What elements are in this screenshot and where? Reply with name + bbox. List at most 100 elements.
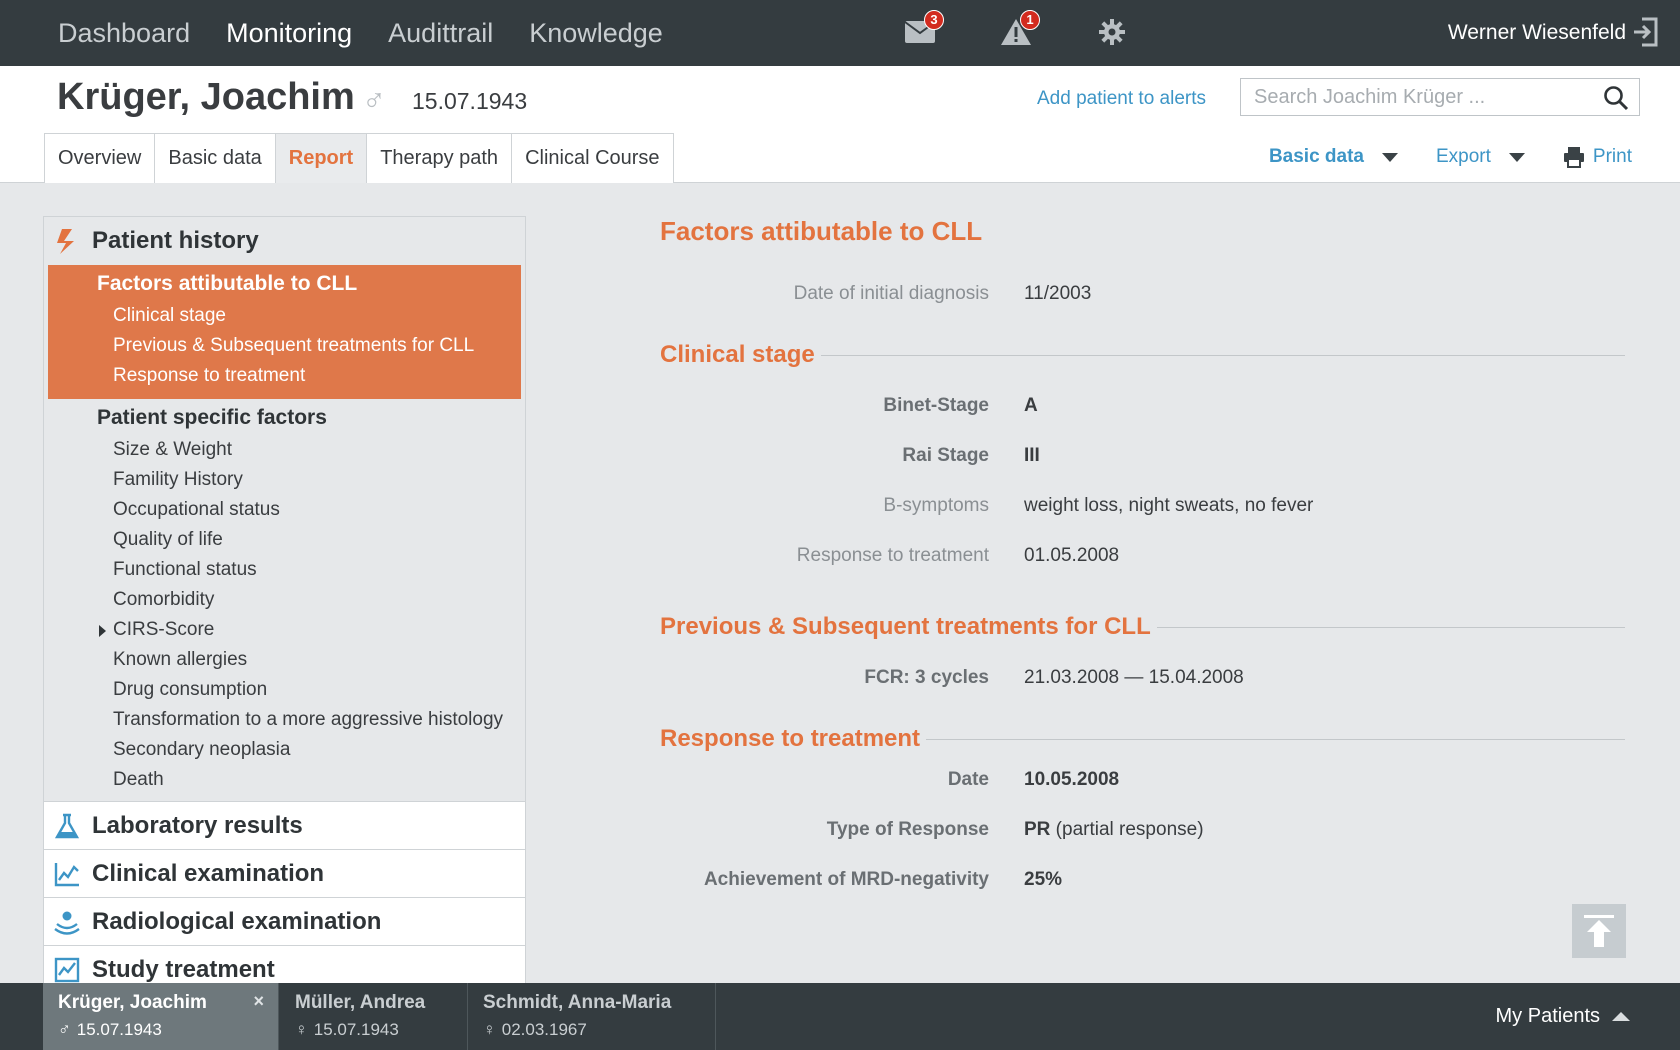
- open-patients-bar: Krüger, Joachim ♂ 15.07.1943 × Müller, A…: [0, 983, 1680, 1050]
- field-row: Type of Response PR (partial response): [660, 805, 1625, 855]
- sidebar-item-cirs-score[interactable]: CIRS-Score: [48, 615, 521, 645]
- search-input[interactable]: [1241, 79, 1581, 115]
- sidebar-item-death[interactable]: Death: [48, 765, 521, 795]
- sidebar-item-functional-status[interactable]: Functional status: [48, 555, 521, 585]
- gear-icon: [1099, 19, 1125, 45]
- main-nav: Dashboard Monitoring Audittrail Knowledg…: [40, 0, 681, 66]
- patient-header: Krüger, Joachim ♂ 15.07.1943 Add patient…: [0, 66, 1680, 183]
- field-label: FCR: 3 cycles: [864, 667, 989, 688]
- field-row: Rai Stage III: [660, 431, 1625, 481]
- response-code: PR: [1024, 819, 1051, 840]
- add-patient-to-alerts-link[interactable]: Add patient to alerts: [1037, 88, 1206, 110]
- basic-data-dropdown-label: Basic data: [1268, 146, 1364, 167]
- basic-data-dropdown[interactable]: Basic data: [1269, 146, 1398, 168]
- scroll-to-top-button[interactable]: [1572, 904, 1626, 958]
- sidebar-item-secondary-neoplasia[interactable]: Secondary neoplasia: [48, 735, 521, 765]
- patient-tab-name: Krüger, Joachim: [58, 992, 207, 1013]
- sidebar-section-radiological-examination[interactable]: Radiological examination: [43, 898, 526, 946]
- male-icon: ♂: [58, 1020, 71, 1039]
- section-heading-response: Response to treatment: [644, 713, 1625, 755]
- sidebar-section-laboratory-results[interactable]: Laboratory results: [43, 802, 526, 850]
- tab-therapy-path[interactable]: Therapy path: [367, 133, 513, 183]
- arrow-up-icon: [1584, 915, 1614, 947]
- nav-dashboard[interactable]: Dashboard: [40, 0, 208, 66]
- field-label: Response to treatment: [796, 545, 989, 566]
- sidebar-item-factors-cll[interactable]: Factors attibutable to CLL: [48, 267, 521, 301]
- sidebar-section-title: Clinical examination: [92, 859, 325, 887]
- field-value: 21.03.2008 — 15.04.2008: [1024, 667, 1244, 688]
- sidebar-item-occupational-status[interactable]: Occupational status: [48, 495, 521, 525]
- sidebar-header-patient-history[interactable]: Patient history: [44, 217, 525, 265]
- sidebar-item-transformation[interactable]: Transformation to a more aggressive hist…: [48, 705, 521, 735]
- my-patients-label: My Patients: [1495, 1005, 1600, 1027]
- tab-basic-data[interactable]: Basic data: [155, 133, 276, 183]
- patient-tab-schmidt[interactable]: Schmidt, Anna-Maria ♀ 02.03.1967: [468, 983, 716, 1050]
- field-row: Achievement of MRD-negativity 25%: [660, 855, 1625, 905]
- print-button[interactable]: Print: [1563, 146, 1632, 168]
- field-value: III: [1024, 445, 1040, 466]
- export-label: Export: [1436, 146, 1491, 167]
- sidebar-item-label: CIRS-Score: [113, 619, 215, 640]
- report-content: Factors attibutable to CLL Date of initi…: [644, 216, 1625, 905]
- field-row: Date of initial diagnosis 11/2003: [660, 269, 1625, 319]
- patient-tab-kruger[interactable]: Krüger, Joachim ♂ 15.07.1943 ×: [43, 983, 279, 1050]
- user-name: Werner Wiesenfeld: [1447, 21, 1626, 44]
- patient-tab-dob: 02.03.1967: [501, 1020, 587, 1039]
- field-label: Type of Response: [826, 819, 989, 840]
- field-label: Achievement of MRD-negativity: [703, 869, 989, 890]
- field-label: Rai Stage: [902, 445, 989, 466]
- field-value: PR (partial response): [1024, 819, 1204, 841]
- patient-tab-name: Müller, Andrea: [295, 992, 426, 1013]
- patient-tabs: Overview Basic data Report Therapy path …: [44, 133, 674, 183]
- chevron-down-icon: [1508, 152, 1525, 162]
- sidebar-item-known-allergies[interactable]: Known allergies: [48, 645, 521, 675]
- sidebar-section-clinical-examination[interactable]: Clinical examination: [43, 850, 526, 898]
- field-value: weight loss, night sweats, no fever: [1024, 495, 1314, 516]
- female-icon: ♀: [295, 1020, 308, 1039]
- sidebar-item-patient-specific-factors[interactable]: Patient specific factors: [48, 401, 521, 435]
- mail-button[interactable]: 3: [900, 10, 944, 50]
- sidebar-item-size-weight[interactable]: Size & Weight: [48, 435, 521, 465]
- sidebar-item-drug-consumption[interactable]: Drug consumption: [48, 675, 521, 705]
- header-actions: Basic data Export Print: [1269, 146, 1632, 168]
- patient-tab-name: Schmidt, Anna-Maria: [483, 992, 672, 1013]
- settings-button[interactable]: [1092, 14, 1132, 50]
- sidebar-group-factors-cll: Factors attibutable to CLL Clinical stag…: [48, 265, 521, 399]
- nav-knowledge[interactable]: Knowledge: [511, 0, 681, 66]
- sidebar-section-study-treatment[interactable]: Study treatment: [43, 946, 526, 984]
- patient-tab-muller[interactable]: Müller, Andrea ♀ 15.07.1943: [280, 983, 468, 1050]
- field-row: Date 10.05.2008: [660, 755, 1625, 805]
- field-label: B-symptoms: [883, 495, 989, 516]
- nav-audittrail[interactable]: Audittrail: [370, 0, 511, 66]
- sidebar-item-family-history[interactable]: Famility History: [48, 465, 521, 495]
- sidebar-item-quality-of-life[interactable]: Quality of life: [48, 525, 521, 555]
- section-title: Previous & Subsequent treatments for CLL: [644, 613, 1157, 640]
- sidebar-item-comorbidity[interactable]: Comorbidity: [48, 585, 521, 615]
- field-value: A: [1024, 395, 1038, 416]
- tab-clinical-course[interactable]: Clinical Course: [512, 133, 674, 183]
- section-heading-clinical-stage: Clinical stage: [644, 329, 1625, 381]
- nav-monitoring[interactable]: Monitoring: [208, 0, 370, 66]
- my-patients-button[interactable]: My Patients: [1496, 983, 1630, 1050]
- search-icon[interactable]: [1603, 85, 1629, 111]
- patient-tab-dob-row: ♀ 15.07.1943: [295, 1020, 467, 1040]
- sidebar-item-response[interactable]: Response to treatment: [48, 361, 521, 391]
- top-navigation-bar: Dashboard Monitoring Audittrail Knowledg…: [0, 0, 1680, 66]
- sidebar-item-treatments[interactable]: Previous & Subsequent treatments for CLL: [48, 331, 521, 361]
- alerts-button[interactable]: 1: [996, 10, 1040, 50]
- field-value: 25%: [1024, 869, 1063, 890]
- tab-overview[interactable]: Overview: [44, 133, 156, 183]
- logout-icon[interactable]: [1632, 17, 1658, 47]
- export-dropdown[interactable]: Export: [1436, 146, 1525, 168]
- top-icons: 3 1: [900, 10, 1132, 50]
- field-value: 11/2003: [1024, 283, 1092, 304]
- sidebar-group-patient-factors: Patient specific factors Size & Weight F…: [48, 399, 521, 795]
- close-icon[interactable]: ×: [253, 991, 264, 1012]
- sidebar-section-title: Laboratory results: [92, 811, 303, 839]
- sidebar-item-clinical-stage[interactable]: Clinical stage: [48, 301, 521, 331]
- tab-report[interactable]: Report: [275, 133, 368, 183]
- section-heading-treatments: Previous & Subsequent treatments for CLL: [644, 601, 1625, 653]
- field-row: B-symptoms weight loss, night sweats, no…: [660, 481, 1625, 531]
- patient-tab-dob-row: ♂ 15.07.1943: [58, 1020, 278, 1040]
- report-sidebar: Patient history Factors attibutable to C…: [43, 216, 526, 984]
